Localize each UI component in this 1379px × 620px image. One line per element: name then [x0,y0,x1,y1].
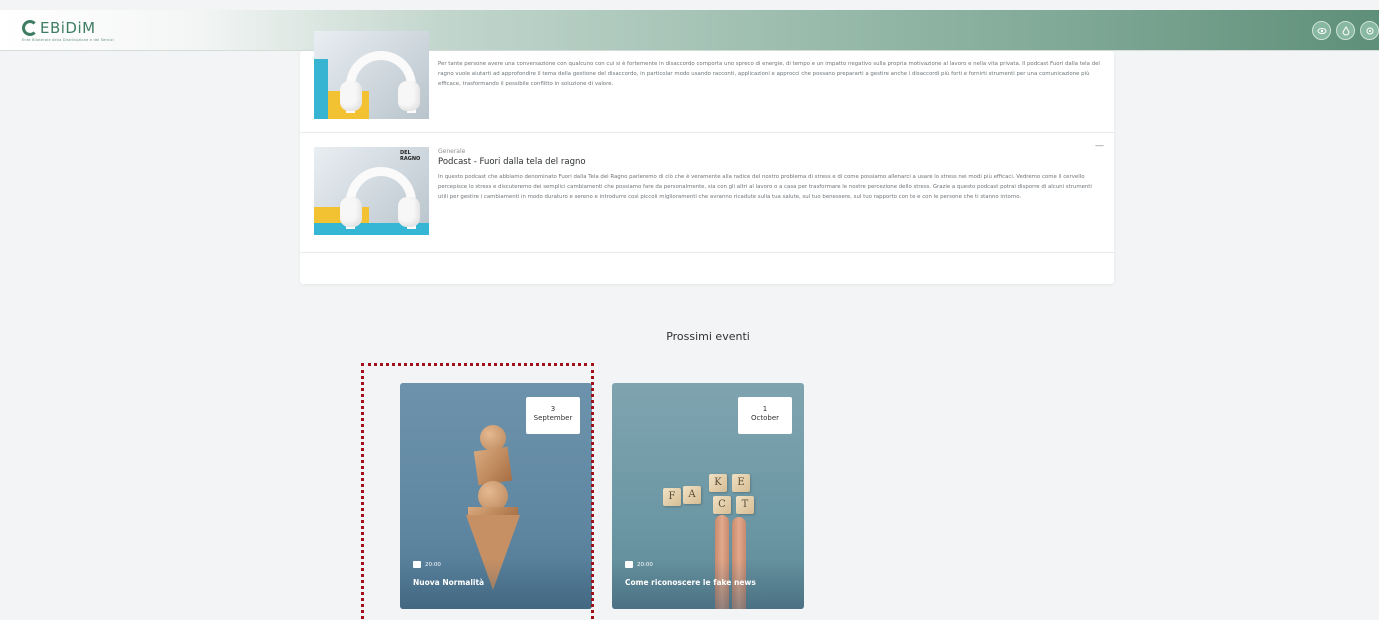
drop-icon[interactable] [1336,21,1355,40]
fake-tile: F [663,488,681,506]
event-time: 20:00 [625,561,653,568]
fake-tile: K [709,474,727,492]
collapse-icon[interactable]: — [1095,141,1104,151]
headphone-cup-right [398,197,420,227]
events-section-title: Prossimi eventi [666,330,750,343]
podcast-description: In questo podcast che abbiamo denominato… [438,174,1092,200]
event-date-badge: 1 October [738,397,792,434]
brand-subtitle: Ente Bilaterale della Distribuzione e de… [22,38,114,42]
event-month: October [750,414,779,422]
selection-highlight-box [361,363,594,620]
header-actions [1312,21,1379,40]
thumb-cyan-band [314,59,328,119]
podcast-item[interactable]: Per tante persone avere una conversazion… [300,31,1114,133]
podcast-list-card: Per tante persone avere una conversazion… [300,31,1114,284]
podcast-thumbnail[interactable]: DEL RAGNO [314,147,429,235]
calendar-icon [625,561,633,568]
headphone-cup-left [340,197,362,227]
fake-tile: C [713,496,731,514]
event-day: 1 [762,405,768,413]
podcast-text: Generale Podcast - Fuori dalla tela del … [438,148,1102,202]
fake-tile: E [732,474,750,492]
podcast-item[interactable]: DEL RAGNO Generale Podcast - Fuori dalla… [300,133,1114,253]
headphone-cup-left [340,81,362,111]
podcast-description: Per tante persone avere una conversazion… [438,61,1100,87]
event-title[interactable]: Come riconoscere le fake news [625,578,756,587]
eye-icon[interactable] [1312,21,1331,40]
event-card[interactable]: F A K E C T 1 October 20:00 Come riconos… [612,383,804,609]
brand-name: EBiDiM [40,19,96,37]
logo-mark-icon [22,20,38,36]
podcast-thumbnail[interactable] [314,31,429,119]
settings-icon[interactable] [1360,21,1379,40]
event-time-text: 20:00 [637,561,653,568]
fake-tile: A [683,486,701,504]
brand-logo[interactable]: EBiDiM Ente Bilaterale della Distribuzio… [22,19,114,43]
podcast-title[interactable]: Podcast - Fuori dalla tela del ragno [438,157,1102,167]
top-header: EBiDiM Ente Bilaterale della Distribuzio… [0,10,1379,51]
podcast-category: Generale [438,148,466,155]
headphone-cup-right [398,81,420,111]
thumb-caption: DEL RAGNO [400,150,421,162]
fake-tile: T [736,496,754,514]
podcast-text: Per tante persone avere una conversazion… [438,59,1102,89]
